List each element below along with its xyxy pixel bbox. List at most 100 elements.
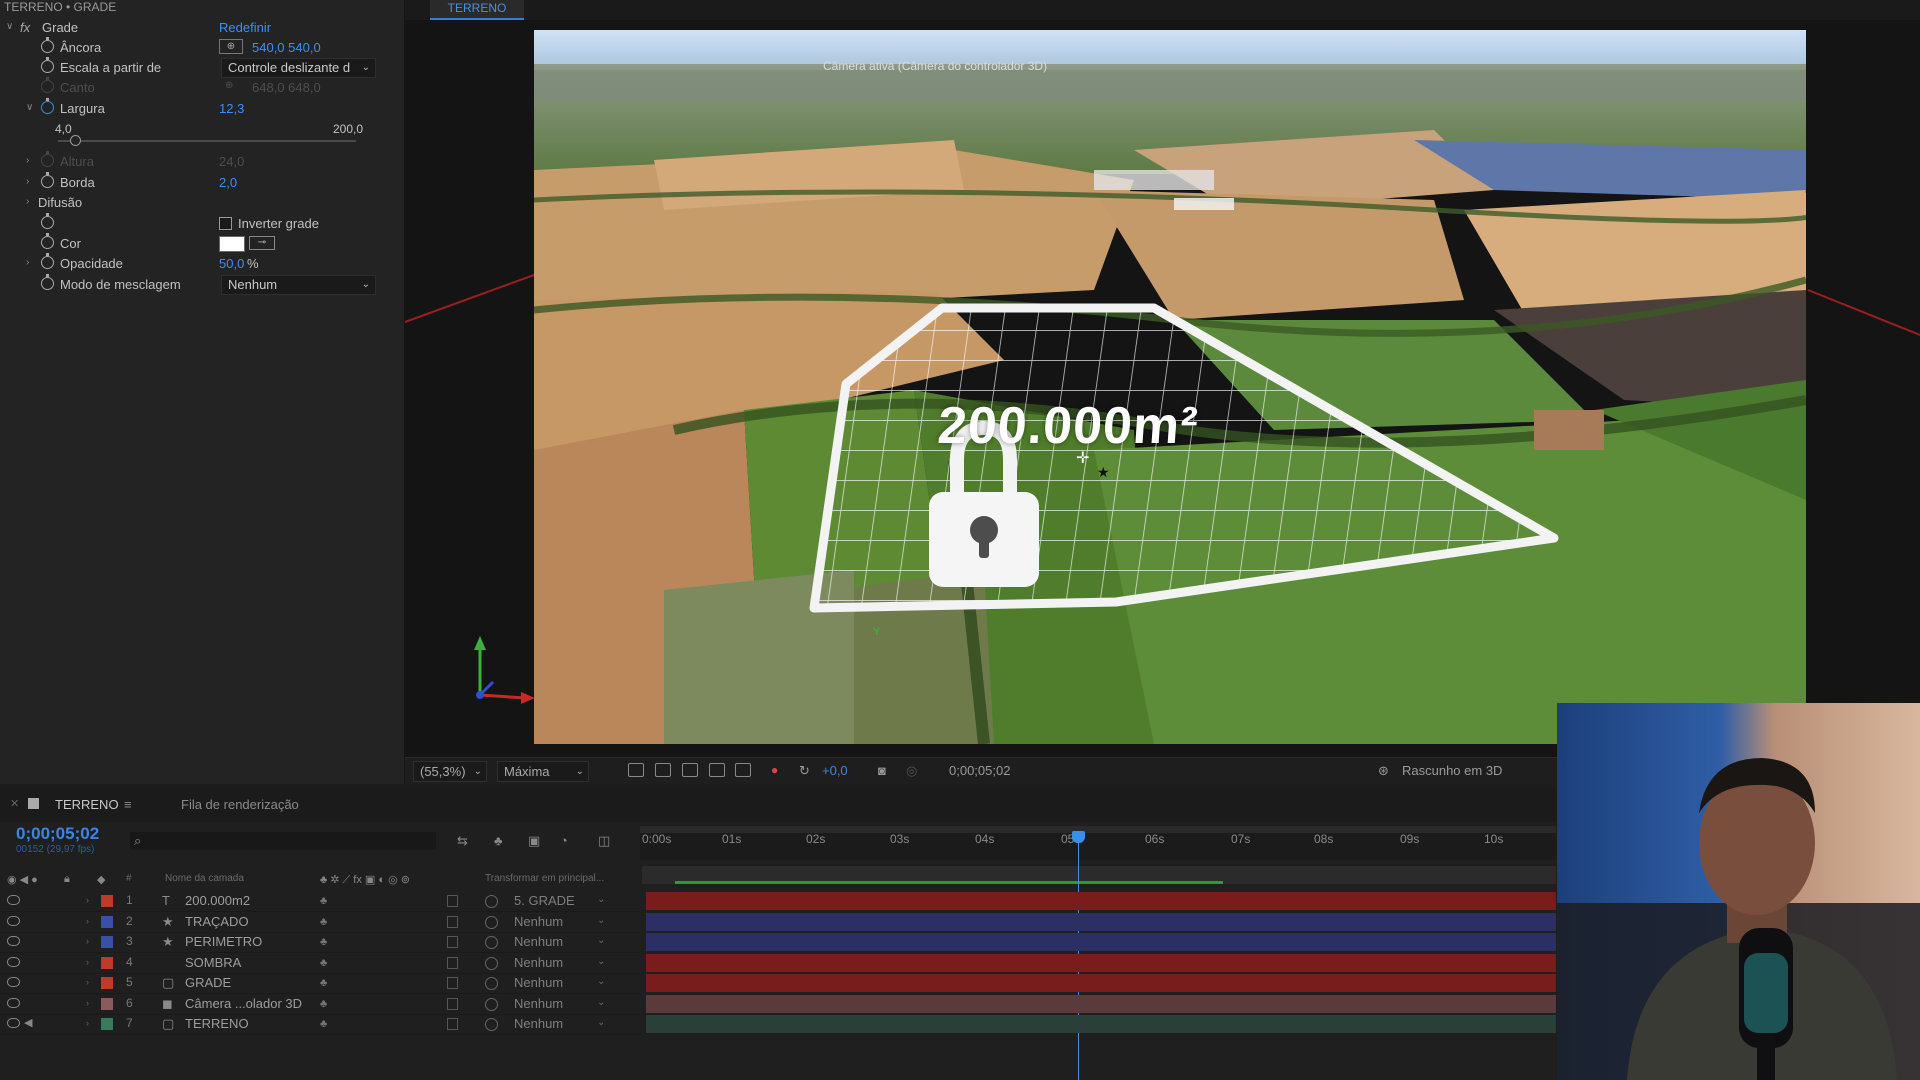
chevron-right-icon[interactable]: › [26, 257, 29, 268]
comp-mini-flowchart-icon[interactable]: ⇆ [457, 833, 468, 849]
stopwatch-icon[interactable] [41, 274, 54, 290]
width-value[interactable]: 12,3 [219, 101, 244, 116]
border-value[interactable]: 2,0 [219, 175, 237, 190]
label-color-swatch[interactable] [101, 915, 113, 928]
pick-whip-icon[interactable] [485, 997, 498, 1011]
shy-switch-icon[interactable]: ♣ [320, 916, 332, 928]
zoom-dropdown[interactable]: (55,3%) ⌄ [413, 761, 487, 782]
anchor-value[interactable]: 540,0 540,0 [252, 40, 321, 55]
audio-icon[interactable]: ◀ [24, 1016, 32, 1029]
eye-icon[interactable] [7, 936, 20, 946]
blend-mode-dropdown[interactable]: Nenhum ⌄ [221, 275, 376, 295]
tab-composition[interactable]: TERRENO [430, 0, 524, 20]
region-of-interest-icon[interactable] [709, 763, 725, 777]
effect-row-grade[interactable]: ∨ fx Grade Redefinir [0, 17, 404, 37]
chevron-right-icon[interactable]: › [86, 998, 89, 1008]
label-color-swatch[interactable] [101, 977, 113, 989]
pick-whip-icon[interactable] [485, 977, 498, 990]
guides-icon[interactable] [735, 763, 751, 777]
layer-duration-bar[interactable] [646, 892, 1556, 910]
label-color-swatch[interactable] [101, 997, 113, 1010]
eye-icon[interactable] [7, 895, 20, 905]
3d-layer-switch[interactable] [447, 895, 458, 907]
eyedropper-icon[interactable]: ⊸ [249, 236, 275, 250]
eye-icon[interactable] [7, 1018, 20, 1028]
fast-preview-icon[interactable] [628, 763, 644, 777]
layer-name[interactable]: TRAÇADO [185, 914, 249, 929]
3d-layer-switch[interactable] [447, 997, 458, 1010]
chevron-right-icon[interactable]: › [26, 196, 29, 207]
layer-row[interactable]: ◀ › 7 ▢ TERRENO ♣ Nenhum ⌄ [0, 1014, 640, 1035]
crosshair-icon[interactable]: ⊕ [219, 39, 243, 54]
label-color-swatch[interactable] [101, 1018, 113, 1030]
parent-dropdown[interactable]: Nenhum [514, 1016, 563, 1031]
layer-duration-bar[interactable] [646, 933, 1556, 951]
parent-dropdown[interactable]: Nenhum [514, 975, 563, 990]
chevron-down-icon[interactable]: ∨ [26, 102, 33, 113]
motion-blur-icon[interactable]: ◔ [560, 833, 568, 848]
layer-duration-bar[interactable] [646, 994, 1556, 1013]
reset-exposure-icon[interactable]: ↻ [799, 763, 810, 779]
layer-name[interactable]: PERIMETRO [185, 934, 262, 949]
layer-name[interactable]: SOMBRA [185, 955, 241, 970]
stopwatch-icon[interactable] [41, 57, 54, 73]
composition-viewer[interactable]: ★ ✛ 200.000m² Câmera ativa (Câmera do co… [405, 20, 1920, 774]
parent-dropdown[interactable]: Nenhum [514, 934, 563, 949]
chevron-right-icon[interactable]: › [86, 936, 89, 946]
chevron-right-icon[interactable]: › [86, 916, 89, 926]
layer-row[interactable]: › 3 ★ PERIMETRO ♣ Nenhum ⌄ [0, 932, 640, 953]
layer-row[interactable]: › 1 T 200.000m2 ♣ 5. GRADE ⌄ [0, 891, 640, 912]
stopwatch-icon[interactable] [41, 37, 54, 53]
pick-whip-icon[interactable] [485, 895, 498, 908]
layer-name[interactable]: GRADE [185, 975, 231, 990]
layer-row[interactable]: › 5 ▢ GRADE ♣ Nenhum ⌄ [0, 973, 640, 994]
3d-layer-switch[interactable] [447, 956, 458, 969]
layer-duration-bar[interactable] [646, 953, 1556, 972]
shy-switch-icon[interactable]: ♣ [320, 998, 332, 1010]
layer-duration-bar[interactable] [646, 1015, 1556, 1033]
parent-dropdown[interactable]: Nenhum [514, 996, 563, 1011]
opacity-value[interactable]: 50,0 [219, 256, 244, 271]
invert-checkbox[interactable] [219, 217, 232, 230]
chevron-right-icon[interactable]: › [86, 957, 89, 967]
parent-dropdown[interactable]: Nenhum [514, 955, 563, 970]
stopwatch-icon[interactable] [41, 213, 54, 229]
layer-name[interactable]: 200.000m2 [185, 893, 250, 908]
3d-layer-switch[interactable] [447, 915, 458, 928]
prop-feather[interactable]: › Difusão [0, 192, 404, 212]
slider-track[interactable] [58, 140, 356, 142]
3d-layer-switch[interactable] [447, 936, 458, 948]
layer-name[interactable]: TERRENO [185, 1016, 249, 1031]
tab-render-queue[interactable]: Fila de renderização [181, 797, 299, 812]
chevron-down-icon[interactable]: ∨ [6, 21, 13, 32]
layer-duration-bar[interactable] [646, 974, 1556, 992]
pick-whip-icon[interactable] [485, 936, 498, 949]
label-color-swatch[interactable] [101, 936, 113, 948]
channels-icon[interactable]: ● [771, 763, 778, 777]
parent-dropdown[interactable]: 5. GRADE [514, 893, 575, 908]
chevron-right-icon[interactable]: › [26, 176, 29, 187]
label-color-swatch[interactable] [101, 956, 113, 969]
close-icon[interactable]: ✕ [10, 797, 19, 810]
transparency-grid-icon[interactable] [655, 763, 671, 777]
work-area-range[interactable] [675, 881, 1223, 884]
show-snapshot-icon[interactable]: ◎ [906, 763, 917, 779]
fx-icon[interactable]: fx [20, 20, 30, 35]
3d-layer-switch[interactable] [447, 1018, 458, 1030]
label-color-swatch[interactable] [101, 895, 113, 907]
reset-link[interactable]: Redefinir [219, 20, 271, 35]
layer-name[interactable]: Câmera ...olador 3D [185, 996, 302, 1011]
chevron-right-icon[interactable]: › [86, 977, 89, 987]
exposure-value[interactable]: +0,0 [822, 763, 848, 778]
stopwatch-icon[interactable] [41, 253, 54, 269]
eye-icon[interactable] [7, 977, 20, 987]
layer-row[interactable]: › 4 SOMBRA ♣ Nenhum ⌄ [0, 953, 640, 974]
eye-icon[interactable] [7, 915, 20, 926]
eye-icon[interactable] [7, 997, 20, 1008]
layer-row[interactable]: › 6 ◼ Câmera ...olador 3D ♣ Nenhum ⌄ [0, 994, 640, 1015]
pick-whip-icon[interactable] [485, 1018, 498, 1031]
viewer-timecode[interactable]: 0;00;05;02 [949, 763, 1010, 778]
frame-blending-icon[interactable]: ▣ [528, 833, 540, 849]
camera-snapshot-icon[interactable]: ◙ [878, 763, 886, 778]
timeline-timecode[interactable]: 0;00;05;02 [16, 824, 99, 844]
